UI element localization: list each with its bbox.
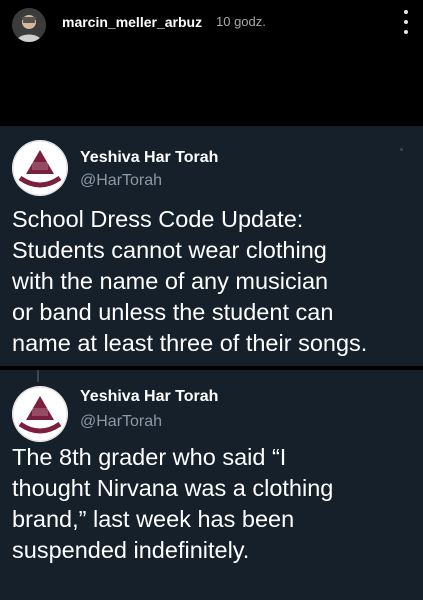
more-vertical-icon[interactable] [403,10,409,34]
thread-connector [37,370,39,382]
tweet-card: Yeshiva Har Torah @HarTorah The 8th grad… [0,370,423,600]
tweet-text: School Dress Code Update: Students canno… [12,206,368,356]
username[interactable]: marcin_meller_arbuz [62,14,202,30]
tweet-card: Yeshiva Har Torah @HarTorah School Dress… [0,126,423,366]
tweet-author-handle: @HarTorah [80,172,163,189]
school-logo [12,386,68,442]
tweet-author-name: Yeshiva Har Torah [80,149,219,166]
dot-icon [400,148,403,151]
post-time: 10 godz. [216,14,266,29]
tweet-text: The 8th grader who said “I thought Nirva… [12,444,334,563]
user-avatar[interactable] [12,8,46,42]
post-header: marcin_meller_arbuz 10 godz. [0,0,423,50]
tweet-author-handle: @HarTorah [80,413,163,430]
school-logo [12,140,68,196]
tweet-author-name: Yeshiva Har Torah [80,388,219,405]
